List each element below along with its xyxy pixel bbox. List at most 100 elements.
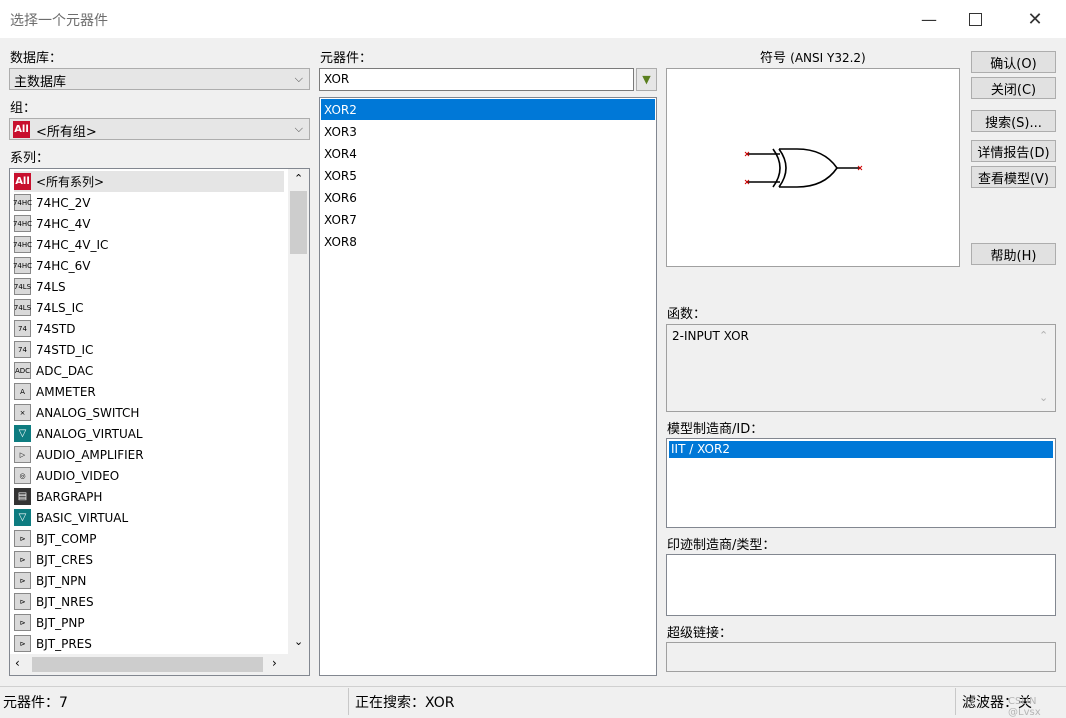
close-button[interactable]: 关闭(C) (971, 77, 1056, 99)
virtual-icon: ▽ (14, 509, 31, 526)
bjt-icon: ⊳ (14, 551, 31, 568)
maximize-button[interactable] (952, 0, 998, 38)
scroll-right-icon[interactable]: › (272, 656, 277, 670)
model-manufacturer-item[interactable]: IIT / XOR2 (669, 441, 1053, 458)
component-search-value: XOR (324, 72, 350, 86)
virtual-icon: ▽ (14, 425, 31, 442)
component-list-item[interactable]: XOR6 (321, 187, 655, 208)
family-item-label: BJT_CRES (36, 552, 94, 567)
footprint-label: 印迹制造商/类型： (667, 538, 776, 553)
component-list[interactable]: XOR2 XOR3 XOR4 XOR5 XOR6 XOR7 XOR8 (319, 97, 657, 676)
group-select[interactable]: All <所有组> ⌵ (9, 118, 310, 140)
component-list-item[interactable]: XOR4 (321, 143, 655, 164)
family-vertical-scrollbar[interactable]: ⌃ ⌄ (288, 169, 309, 654)
family-list-item[interactable]: ▤ BARGRAPH (14, 486, 284, 507)
family-list-item[interactable]: ▷ AUDIO_AMPLIFIER (14, 444, 284, 465)
minimize-button[interactable]: — (906, 0, 952, 38)
family-list-item[interactable]: 74LS 74LS (14, 276, 284, 297)
close-window-button[interactable]: ✕ (1012, 0, 1058, 38)
search-button[interactable]: 搜索(S)... (971, 110, 1056, 132)
74std-icon: 74 (14, 341, 31, 358)
audio-video-icon: ◎ (14, 467, 31, 484)
family-list-item[interactable]: ▽ ANALOG_VIRTUAL (14, 423, 284, 444)
hyperlink-field[interactable] (666, 642, 1056, 672)
family-list-item[interactable]: 74LS 74LS_IC (14, 297, 284, 318)
chevron-down-icon: ⌵ (294, 122, 303, 135)
scroll-left-icon[interactable]: ‹ (15, 656, 20, 670)
family-item-label: AUDIO_VIDEO (36, 468, 120, 483)
74ls-icon: 74LS (14, 299, 31, 316)
family-item-label: BJT_NRES (36, 594, 94, 609)
model-manufacturer-list[interactable]: IIT / XOR2 (666, 438, 1056, 528)
family-item-label: AMMETER (36, 384, 96, 399)
filter-button[interactable]: ▼ (636, 68, 657, 91)
bargraph-icon: ▤ (14, 488, 31, 505)
component-list-item[interactable]: XOR8 (321, 231, 655, 252)
family-list-item[interactable]: 74HC 74HC_6V (13, 255, 284, 276)
family-list-item[interactable]: ⊳ BJT_PRES (14, 633, 284, 654)
family-list-item[interactable]: 74HC 74HC_4V_IC (13, 234, 284, 255)
family-item-label: 74LS_IC (36, 300, 84, 315)
ok-button[interactable]: 确认(O) (971, 51, 1056, 73)
component-list-item[interactable]: XOR3 (321, 121, 655, 142)
hyperlink-label: 超级链接： (667, 626, 733, 641)
scroll-up-icon[interactable]: ⌃ (294, 172, 303, 185)
family-item-label: 74LS (36, 279, 66, 294)
family-list-item[interactable]: ⊳ BJT_CRES (14, 549, 284, 570)
component-search-input[interactable]: XOR (319, 68, 634, 91)
component-list-item[interactable]: XOR5 (321, 165, 655, 186)
bjt-icon: ⊳ (14, 572, 31, 589)
family-list-item[interactable]: 74HC 74HC_2V (13, 192, 284, 213)
74hc-icon: 74HC (13, 257, 32, 274)
scroll-down-icon[interactable]: ⌄ (294, 635, 303, 648)
family-list-item[interactable]: 74 74STD_IC (14, 339, 284, 360)
family-item-label: BJT_PNP (36, 615, 85, 630)
family-item-label: 74HC_6V (36, 258, 91, 273)
component-list-item[interactable]: XOR2 (321, 99, 655, 120)
status-divider (955, 688, 956, 715)
family-list-item[interactable]: 74 74STD (14, 318, 284, 339)
family-item-label: ANALOG_SWITCH (36, 405, 140, 420)
family-list[interactable]: All <所有系列> 74HC 74HC_2V 74HC 74HC_4V 74HC 74HC_… (9, 168, 310, 676)
family-list-item[interactable]: A AMMETER (14, 381, 284, 402)
database-select[interactable]: 主数据库 ⌵ (9, 68, 310, 90)
function-box: 2-INPUT XOR ⌃ ⌄ (666, 324, 1056, 412)
chevron-down-icon: ⌵ (294, 72, 303, 85)
function-label: 函数： (667, 307, 707, 322)
family-list-item[interactable]: ⨯ ANALOG_SWITCH (14, 402, 284, 423)
family-item-label: AUDIO_AMPLIFIER (36, 447, 144, 462)
horizontal-scroll-thumb[interactable] (32, 657, 263, 672)
family-list-item[interactable]: ◎ AUDIO_VIDEO (14, 465, 284, 486)
window-title: 选择一个元器件 (10, 13, 108, 29)
scroll-thumb[interactable] (290, 191, 307, 254)
scroll-up-icon[interactable]: ⌃ (1039, 329, 1048, 342)
family-list-item[interactable]: ⊳ BJT_NRES (14, 591, 284, 612)
group-label: 组： (10, 101, 37, 116)
detail-report-button[interactable]: 详情报告(D) (971, 140, 1056, 162)
74std-icon: 74 (14, 320, 31, 337)
view-model-button[interactable]: 查看模型(V) (971, 166, 1056, 188)
family-list-item[interactable]: ⊳ BJT_PNP (14, 612, 284, 633)
help-button[interactable]: 帮助(H) (971, 243, 1056, 265)
close-icon: ✕ (1027, 8, 1043, 30)
family-horizontal-scrollbar[interactable]: ‹ › (10, 654, 309, 675)
family-item-label: BJT_NPN (36, 573, 87, 588)
footprint-list[interactable] (666, 554, 1056, 616)
symbol-label: 符号 (ANSI Y32.2) (760, 47, 866, 66)
family-list-item[interactable]: ▽ BASIC_VIRTUAL (14, 507, 284, 528)
family-list-item[interactable]: 74HC 74HC_4V (13, 213, 284, 234)
family-list-item[interactable]: ⊳ BJT_COMP (14, 528, 284, 549)
bjt-icon: ⊳ (14, 593, 31, 610)
family-item-label: 74HC_2V (36, 195, 91, 210)
maximize-icon (968, 12, 982, 26)
symbol-title: 符号 (760, 51, 787, 66)
family-list-item[interactable]: ⊳ BJT_NPN (14, 570, 284, 591)
scroll-down-icon[interactable]: ⌄ (1039, 391, 1048, 404)
family-item-label: BJT_COMP (36, 531, 97, 546)
family-list-item[interactable]: ADC ADC_DAC (14, 360, 284, 381)
filter-icon: ▼ (642, 73, 651, 86)
family-list-item[interactable]: All <所有系列> (14, 171, 284, 192)
family-label: 系列： (10, 151, 50, 166)
bjt-icon: ⊳ (14, 530, 31, 547)
component-list-item[interactable]: XOR7 (321, 209, 655, 230)
